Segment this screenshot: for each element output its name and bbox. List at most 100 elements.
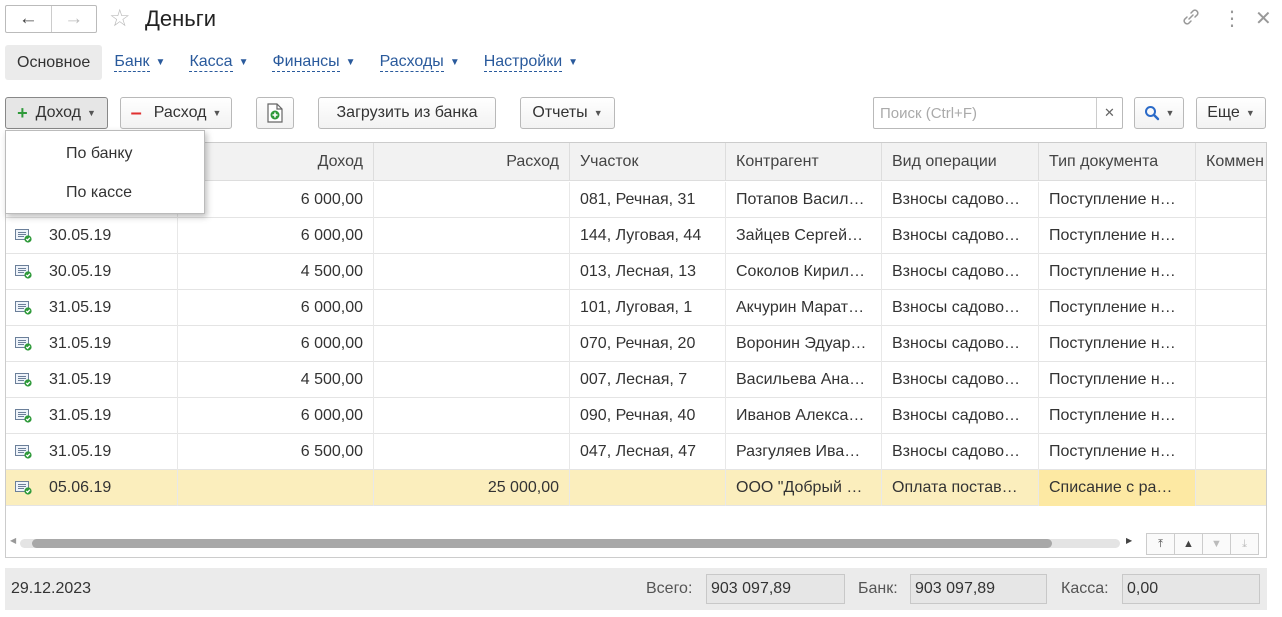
search-button[interactable]: ▼ — [1134, 97, 1184, 129]
tab-bank[interactable]: Банк ▼ — [102, 45, 177, 80]
bank-label: Банк: — [858, 580, 898, 597]
menu-item-by-cash[interactable]: По кассе — [6, 174, 204, 212]
clear-search-icon[interactable]: ✕ — [1096, 98, 1122, 128]
cell-counterparty: Акчурин Марат… — [726, 290, 882, 326]
cell-plot: 007, Лесная, 7 — [570, 362, 726, 398]
tab-cash[interactable]: Касса ▼ — [177, 45, 260, 80]
expense-button[interactable]: – Расход ▼ — [120, 97, 232, 129]
search-icon — [1144, 106, 1159, 121]
cell-date: 31.05.19 — [6, 362, 178, 398]
table-row[interactable]: 30.05.19 4 500,00 013, Лесная, 13 Соколов К… — [6, 254, 1266, 290]
tab-main[interactable]: Основное — [5, 45, 103, 80]
table-row[interactable]: 05.06.19 25 000,00 ООО "Добрый … Оплата пос… — [6, 470, 1266, 506]
column-header-comment[interactable]: Коммен — [1196, 143, 1266, 181]
cell-operation: Взносы садово… — [882, 326, 1039, 362]
cell-plot: 090, Речная, 40 — [570, 398, 726, 434]
column-header-income[interactable]: Доход — [178, 143, 374, 181]
totals-bar: 29.12.2023 Всего: 903 097,89 Банк: 903 0… — [5, 568, 1267, 610]
cell-income: 6 500,00 — [178, 434, 374, 470]
cell-operation: Взносы садово… — [882, 362, 1039, 398]
forward-arrow-icon[interactable]: → — [50, 6, 97, 32]
scrollbar-thumb[interactable] — [32, 539, 1052, 548]
cell-doc-type: Списание с ра… — [1039, 470, 1196, 506]
load-from-bank-button[interactable]: Загрузить из банка — [318, 97, 496, 129]
cell-income: 6 000,00 — [178, 326, 374, 362]
back-arrow-icon[interactable]: ← — [6, 6, 51, 32]
cell-comment — [1196, 182, 1266, 218]
list-navigation: ⤒ ▲ ▼ ⤓ — [1146, 533, 1259, 555]
menu-item-by-bank[interactable]: По банку — [6, 135, 204, 173]
cell-date: 31.05.19 — [6, 398, 178, 434]
column-header-doc-type[interactable]: Тип документа — [1039, 143, 1196, 181]
cell-doc-type: Поступление н… — [1039, 398, 1196, 434]
scroll-left-icon[interactable]: ◀ — [10, 536, 16, 545]
scroll-right-icon[interactable]: ▶ — [1126, 536, 1132, 545]
dropdown-arrow-icon: ▼ — [593, 108, 603, 118]
reports-button-label: Отчеты — [532, 104, 588, 121]
cell-operation: Оплата постав… — [882, 470, 1039, 506]
dropdown-arrow-icon: ▼ — [1165, 108, 1175, 118]
go-previous-icon[interactable]: ▲ — [1174, 533, 1203, 555]
cell-counterparty: Соколов Кирил… — [726, 254, 882, 290]
chevron-down-icon: ▼ — [238, 57, 249, 68]
table-row[interactable]: 30.05.19 6 000,00 144, Луговая, 44 Зайцев С… — [6, 218, 1266, 254]
go-next-icon[interactable]: ▼ — [1202, 533, 1231, 555]
link-icon[interactable] — [1180, 6, 1202, 35]
cell-doc-type: Поступление н… — [1039, 218, 1196, 254]
minus-icon: – — [130, 101, 142, 124]
cell-plot: 047, Лесная, 47 — [570, 434, 726, 470]
tab-finance[interactable]: Финансы ▼ — [260, 45, 367, 80]
tab-expenses-label: Расходы — [379, 53, 444, 72]
cell-date: 05.06.19 — [6, 470, 178, 506]
tab-main-label: Основное — [17, 53, 91, 71]
cell-expense — [374, 362, 570, 398]
table-row[interactable]: 31.05.19 4 500,00 007, Лесная, 7 Васильева … — [6, 362, 1266, 398]
column-header-plot[interactable]: Участок — [570, 143, 726, 181]
total-value: 903 097,89 — [706, 574, 845, 604]
create-document-button[interactable] — [256, 97, 294, 129]
search-box: ✕ — [873, 97, 1123, 129]
cell-expense: 25 000,00 — [374, 470, 570, 506]
search-input[interactable] — [874, 98, 1096, 128]
income-button[interactable]: + Доход ▼ — [5, 97, 108, 129]
cell-plot: 144, Луговая, 44 — [570, 218, 726, 254]
reports-button[interactable]: Отчеты ▼ — [520, 97, 615, 129]
tab-settings[interactable]: Настройки ▼ — [472, 45, 590, 80]
column-header-operation[interactable]: Вид операции — [882, 143, 1039, 181]
bank-value: 903 097,89 — [910, 574, 1047, 604]
favorite-star-icon[interactable]: ☆ — [109, 5, 131, 33]
more-button-label: Еще — [1207, 104, 1240, 121]
table-row[interactable]: 31.05.19 6 000,00 101, Луговая, 1 Акчурин М… — [6, 290, 1266, 326]
close-icon[interactable]: ✕ — [1255, 6, 1272, 32]
section-tabs: Основное Банк ▼ Касса ▼ Финансы ▼ Расходы ▼ … — [5, 45, 590, 80]
horizontal-scrollbar[interactable]: ◀ ▶ ⤒ ▲ ▼ ⤓ — [6, 531, 1266, 557]
tab-settings-label: Настройки — [483, 53, 563, 72]
cell-doc-type: Поступление н… — [1039, 254, 1196, 290]
cell-doc-type: Поступление н… — [1039, 362, 1196, 398]
table-row[interactable]: 31.05.19 6 000,00 090, Речная, 40 Иванов Ал… — [6, 398, 1266, 434]
more-vertical-icon[interactable]: ⋮ — [1222, 6, 1242, 32]
cell-expense — [374, 218, 570, 254]
cell-expense — [374, 254, 570, 290]
table-row[interactable]: 31.05.19 6 000,00 070, Речная, 20 Воронин Э… — [6, 326, 1266, 362]
title-bar: ← → ☆ Деньги ⋮ ✕ — [0, 0, 1282, 40]
cell-comment — [1196, 254, 1266, 290]
more-button[interactable]: Еще ▼ — [1196, 97, 1266, 129]
chevron-down-icon: ▼ — [449, 57, 460, 68]
chevron-down-icon: ▼ — [568, 57, 579, 68]
go-first-icon[interactable]: ⤒ — [1146, 533, 1175, 555]
cell-operation: Взносы садово… — [882, 434, 1039, 470]
cell-doc-type: Поступление н… — [1039, 434, 1196, 470]
cell-counterparty: Воронин Эдуар… — [726, 326, 882, 362]
cell-income: 6 000,00 — [178, 182, 374, 218]
tab-expenses[interactable]: Расходы ▼ — [368, 45, 472, 80]
column-header-expense[interactable]: Расход — [374, 143, 570, 181]
new-document-icon — [267, 103, 283, 123]
chevron-down-icon: ▼ — [345, 57, 356, 68]
cell-plot: 081, Речная, 31 — [570, 182, 726, 218]
go-last-icon[interactable]: ⤓ — [1230, 533, 1259, 555]
cell-counterparty: Разгуляев Ива… — [726, 434, 882, 470]
table-row[interactable]: 31.05.19 6 500,00 047, Лесная, 47 Разгуляев… — [6, 434, 1266, 470]
column-header-counterparty[interactable]: Контрагент — [726, 143, 882, 181]
cell-counterparty: Иванов Алекса… — [726, 398, 882, 434]
